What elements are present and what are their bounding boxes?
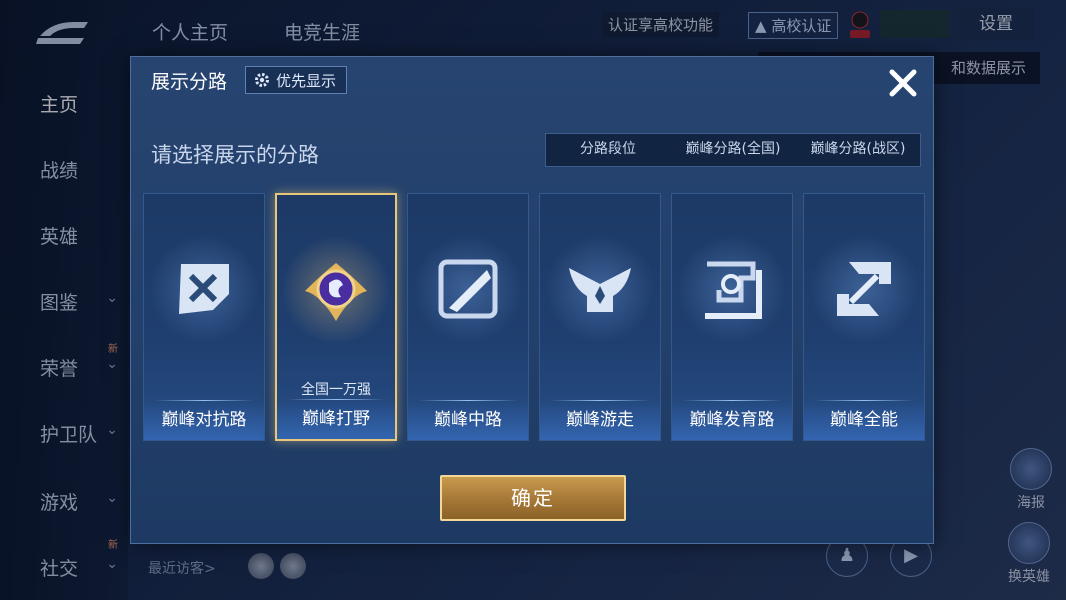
lane-card-label: 巅峰中路 [408,400,528,440]
lane-card-allround[interactable]: 巅峰全能 [803,193,925,441]
tab-lane-rank[interactable]: 分路段位 [546,134,670,164]
close-icon[interactable] [883,63,923,103]
priority-display-label: 优先显示 [276,71,337,90]
mid-lane-icon [438,259,498,319]
lane-card-roam[interactable]: 巅峰游走 [539,193,661,441]
all-round-icon [837,262,891,316]
lane-display-dialog: 展示分路 优先显示 请选择展示的分路 分路段位 巅峰分路(全国) 巅峰分路(战区… [130,56,934,544]
gear-icon [255,73,269,87]
lane-card-label: 巅峰对抗路 [144,400,264,440]
farm-lane-icon [705,261,762,319]
lane-card-mid[interactable]: 巅峰中路 [407,193,529,441]
lane-card-label: 巅峰打野 [277,399,395,439]
lane-card-label: 巅峰游走 [540,400,660,440]
roam-wings-icon [569,268,631,312]
clash-lane-icon [179,264,229,314]
lane-source-tabs: 分路段位 巅峰分路(全国) 巅峰分路(战区) [545,133,921,167]
dialog-title: 展示分路 [151,71,228,93]
lane-card-jungle[interactable]: 全国一万强 巅峰打野 [275,193,397,441]
rank-tag: 全国一万强 [301,382,371,398]
lane-card-farm[interactable]: 巅峰发育路 [671,193,793,441]
lane-card-label: 巅峰全能 [804,400,924,440]
lane-card-label: 巅峰发育路 [672,400,792,440]
confirm-button[interactable]: 确定 [440,475,626,521]
tab-peak-national[interactable]: 巅峰分路(全国) [670,134,796,164]
section-heading: 请选择展示的分路 [151,143,319,167]
jungle-medal-icon [305,263,367,321]
lane-card-clash[interactable]: 巅峰对抗路 [143,193,265,441]
tab-peak-region[interactable]: 巅峰分路(战区) [796,134,920,164]
priority-display-button[interactable]: 优先显示 [245,66,348,94]
